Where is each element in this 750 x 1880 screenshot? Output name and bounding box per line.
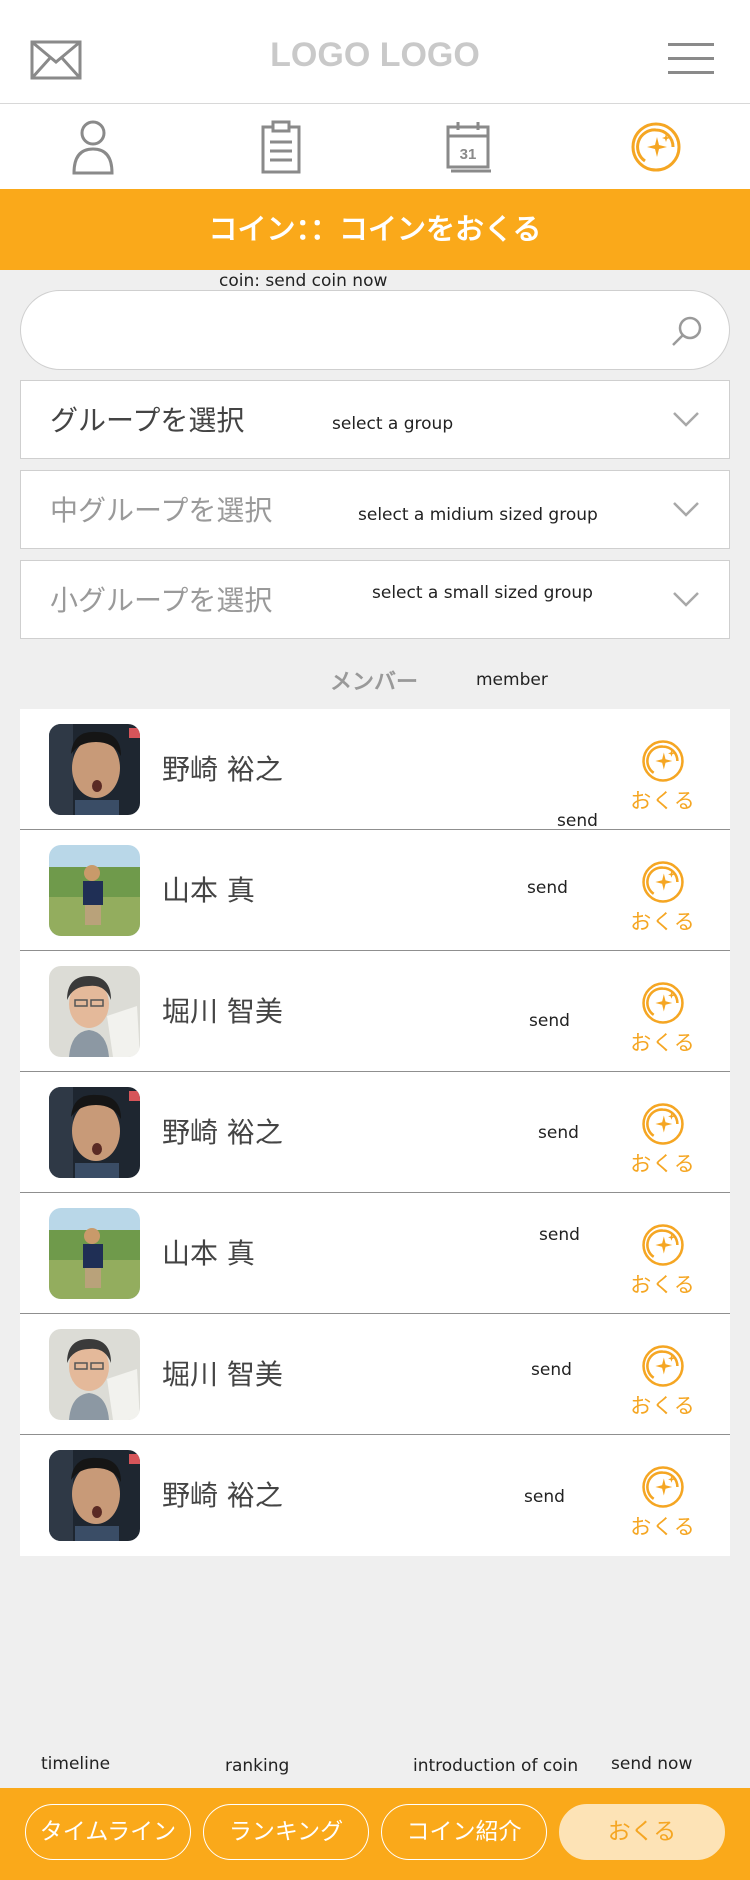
hamburger-menu-icon[interactable] <box>668 40 714 76</box>
banner-note: coin: send coin now <box>219 271 388 291</box>
avatar <box>49 724 140 815</box>
search-input[interactable] <box>20 290 730 370</box>
small-group-select-note: select a small sized group <box>372 583 593 603</box>
coin-icon <box>642 1103 684 1145</box>
bottom-nav-note-introduction: introduction of coin <box>413 1756 579 1776</box>
send-coin-button[interactable]: おくる <box>630 860 696 936</box>
app-logo: LOGO LOGO <box>270 36 480 74</box>
avatar <box>49 845 140 936</box>
avatar <box>49 1450 140 1541</box>
send-coin-button[interactable]: おくる <box>630 739 696 815</box>
member-list: 野崎 裕之 おくる send 山本 真 おくる send 堀川 智美 おくる s… <box>20 709 730 1556</box>
bottom-nav-note-ranking: ranking <box>225 1756 290 1776</box>
send-coin-button[interactable]: おくる <box>630 1102 696 1178</box>
send-button-label: おくる <box>630 1394 696 1418</box>
small-group-select-label: 小グループを選択 <box>50 584 273 617</box>
search-icon[interactable] <box>671 315 703 347</box>
send-note: send <box>538 1123 579 1143</box>
send-coin-button[interactable]: おくる <box>630 1344 696 1420</box>
send-note: send <box>531 1360 572 1380</box>
send-button-label: おくる <box>630 1515 696 1539</box>
calendar-day-label: 31 <box>460 146 477 163</box>
send-button-label: おくる <box>630 1273 696 1297</box>
member-name: 堀川 智美 <box>162 1358 283 1391</box>
member-name: 堀川 智美 <box>162 995 283 1028</box>
member-row: 野崎 裕之 おくる send <box>20 1435 730 1556</box>
coin-icon <box>642 982 684 1024</box>
send-note: send <box>524 1487 565 1507</box>
bottom-nav-note-timeline: timeline <box>41 1754 111 1774</box>
member-name: 山本 真 <box>162 1237 255 1270</box>
app-header: LOGO LOGO <box>0 0 750 104</box>
bottom-nav-ranking[interactable]: ランキング <box>203 1804 369 1860</box>
coin-icon <box>642 861 684 903</box>
chevron-down-icon <box>673 502 699 517</box>
avatar <box>49 966 140 1057</box>
members-section-title: メンバー <box>330 670 419 695</box>
bottom-nav-coin-intro[interactable]: コイン紹介 <box>381 1804 547 1860</box>
coin-icon <box>642 740 684 782</box>
medium-group-select-note: select a midium sized group <box>358 505 598 525</box>
send-button-label: おくる <box>630 1152 696 1176</box>
send-note: send <box>539 1225 580 1245</box>
tab-profile[interactable] <box>53 104 133 189</box>
bottom-nav: タイムライン ランキング コイン紹介 おくる <box>0 1788 750 1880</box>
calendar-icon: 31 <box>446 121 491 172</box>
member-row: 野崎 裕之 おくる send <box>20 1072 730 1193</box>
send-note: send <box>557 811 598 831</box>
member-row: 堀川 智美 おくる send <box>20 1314 730 1435</box>
bottom-nav-timeline[interactable]: タイムライン <box>25 1804 191 1860</box>
avatar <box>49 1087 140 1178</box>
coin-icon <box>642 1345 684 1387</box>
member-row: 野崎 裕之 おくる send <box>20 709 730 831</box>
bottom-nav-note-send: send now <box>611 1754 693 1774</box>
group-select-label: グループを選択 <box>50 404 245 437</box>
bottom-nav-send[interactable]: おくる <box>559 1804 725 1860</box>
avatar <box>49 1329 140 1420</box>
member-name: 野崎 裕之 <box>162 1479 283 1512</box>
group-select-note: select a group <box>332 414 454 434</box>
clipboard-icon <box>261 120 301 173</box>
send-button-label: おくる <box>630 910 696 934</box>
coin-icon <box>631 122 681 171</box>
send-coin-button[interactable]: おくる <box>630 1465 696 1541</box>
person-icon <box>72 120 114 174</box>
coin-icon <box>642 1224 684 1266</box>
members-section-note: member <box>476 670 548 690</box>
tab-calendar[interactable]: 31 <box>428 104 508 189</box>
coin-icon <box>642 1466 684 1508</box>
send-note: send <box>529 1011 570 1031</box>
chevron-down-icon <box>673 412 699 427</box>
medium-group-select-label: 中グループを選択 <box>50 494 273 527</box>
member-name: 山本 真 <box>162 874 255 907</box>
member-row: 山本 真 おくる send <box>20 1193 730 1314</box>
send-coin-button[interactable]: おくる <box>630 1223 696 1299</box>
send-coin-button[interactable]: おくる <box>630 981 696 1057</box>
chevron-down-icon <box>673 592 699 607</box>
member-name: 野崎 裕之 <box>162 1116 283 1149</box>
tab-clipboard[interactable] <box>241 104 321 189</box>
avatar <box>49 1208 140 1299</box>
top-tab-bar: 31 <box>0 104 750 189</box>
send-button-label: おくる <box>630 789 696 813</box>
member-row: 山本 真 おくる send <box>20 830 730 951</box>
member-row: 堀川 智美 おくる send <box>20 951 730 1072</box>
tab-coin[interactable] <box>616 104 696 189</box>
send-button-label: おくる <box>630 1031 696 1055</box>
send-note: send <box>527 878 568 898</box>
page-title-banner: コイン：：コインをおくる <box>0 189 750 270</box>
member-name: 野崎 裕之 <box>162 753 283 786</box>
